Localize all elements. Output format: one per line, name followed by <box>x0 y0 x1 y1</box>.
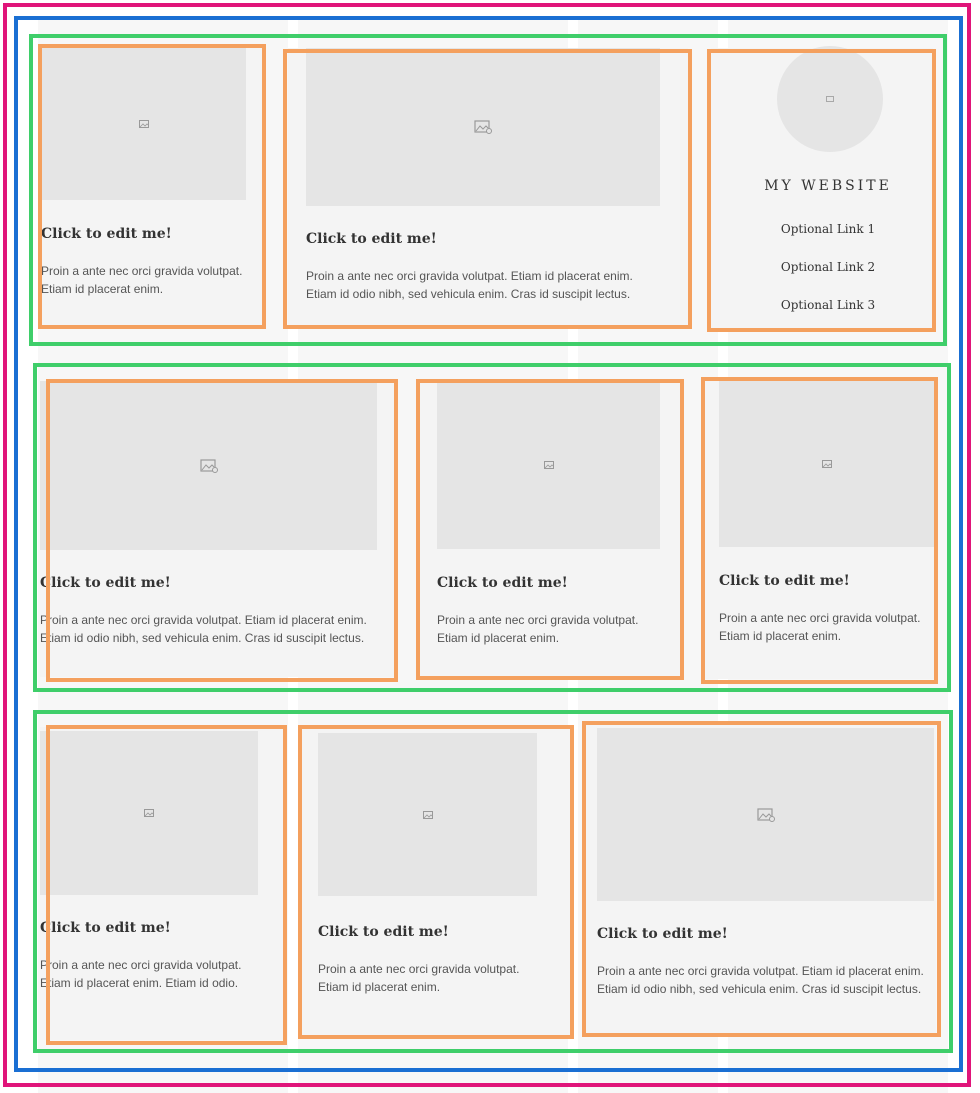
description-line: Etiam id placerat enim. <box>719 629 842 643</box>
card-description: Proin a ante nec orci gravida volutpat. … <box>306 267 633 303</box>
image-placeholder-icon <box>144 809 154 817</box>
card-title[interactable]: Click to edit me! <box>318 924 449 940</box>
image-placeholder-icon <box>422 810 433 819</box>
site-title[interactable]: MY WEBSITE <box>711 178 945 194</box>
image-placeholder-icon <box>826 96 834 102</box>
card-description: Proin a ante nec orci gravida volutpat. … <box>437 611 638 647</box>
description-line: Etiam id placerat enim. <box>437 631 560 645</box>
card-title[interactable]: Click to edit me! <box>597 926 728 942</box>
description-line: Etiam id odio nibh, sed vehicula enim. C… <box>40 631 365 645</box>
image-placeholder-icon <box>756 807 775 822</box>
description-line: Etiam id placerat enim. Etiam id odio. <box>40 976 239 990</box>
card-title[interactable]: Click to edit me! <box>40 575 171 591</box>
nav-link-1[interactable]: Optional Link 1 <box>711 222 945 236</box>
card-description: Proin a ante nec orci gravida volutpat. … <box>597 962 924 998</box>
card-description: Proin a ante nec orci gravida volutpat. … <box>719 609 920 645</box>
card-title[interactable]: Click to edit me! <box>41 226 172 242</box>
description-line: Etiam id placerat enim. <box>41 282 164 296</box>
description-line: Etiam id placerat enim. <box>318 980 441 994</box>
description-line: Proin a ante nec orci gravida volutpat. <box>41 264 243 278</box>
image-placeholder-icon <box>474 120 492 134</box>
card-title[interactable]: Click to edit me! <box>437 575 568 591</box>
image-placeholder[interactable] <box>597 728 934 901</box>
image-placeholder-icon <box>821 460 832 468</box>
image-placeholder[interactable] <box>40 381 377 550</box>
avatar[interactable] <box>777 46 883 152</box>
image-placeholder[interactable] <box>40 731 258 895</box>
description-line: Proin a ante nec orci gravida volutpat. … <box>306 269 633 283</box>
description-line: Proin a ante nec orci gravida volutpat. <box>719 611 921 625</box>
image-placeholder[interactable] <box>306 48 660 206</box>
description-line: Proin a ante nec orci gravida volutpat. <box>40 958 242 972</box>
description-line: Etiam id odio nibh, sed vehicula enim. C… <box>597 982 922 996</box>
card-description: Proin a ante nec orci gravida volutpat. … <box>40 611 367 647</box>
card-description: Proin a ante nec orci gravida volutpat. … <box>40 956 241 992</box>
card-title[interactable]: Click to edit me! <box>40 920 171 936</box>
image-placeholder[interactable] <box>719 381 934 547</box>
image-placeholder[interactable] <box>318 733 537 896</box>
description-line: Proin a ante nec orci gravida volutpat. … <box>597 964 924 978</box>
card-description: Proin a ante nec orci gravida volutpat. … <box>318 960 519 996</box>
image-placeholder[interactable] <box>41 48 246 200</box>
card-title[interactable]: Click to edit me! <box>719 573 850 589</box>
description-line: Proin a ante nec orci gravida volutpat. <box>437 613 639 627</box>
nav-link-3[interactable]: Optional Link 3 <box>711 298 945 312</box>
image-placeholder[interactable] <box>437 381 660 549</box>
description-line: Proin a ante nec orci gravida volutpat. <box>318 962 520 976</box>
nav-link-2[interactable]: Optional Link 2 <box>711 260 945 274</box>
description-line: Etiam id odio nibh, sed vehicula enim. C… <box>306 287 631 301</box>
card-title[interactable]: Click to edit me! <box>306 231 437 247</box>
card-description: Proin a ante nec orci gravida volutpat. … <box>41 262 242 298</box>
image-placeholder-icon <box>199 458 218 473</box>
image-placeholder-icon <box>138 120 149 128</box>
description-line: Proin a ante nec orci gravida volutpat. … <box>40 613 367 627</box>
image-placeholder-icon <box>543 461 554 469</box>
